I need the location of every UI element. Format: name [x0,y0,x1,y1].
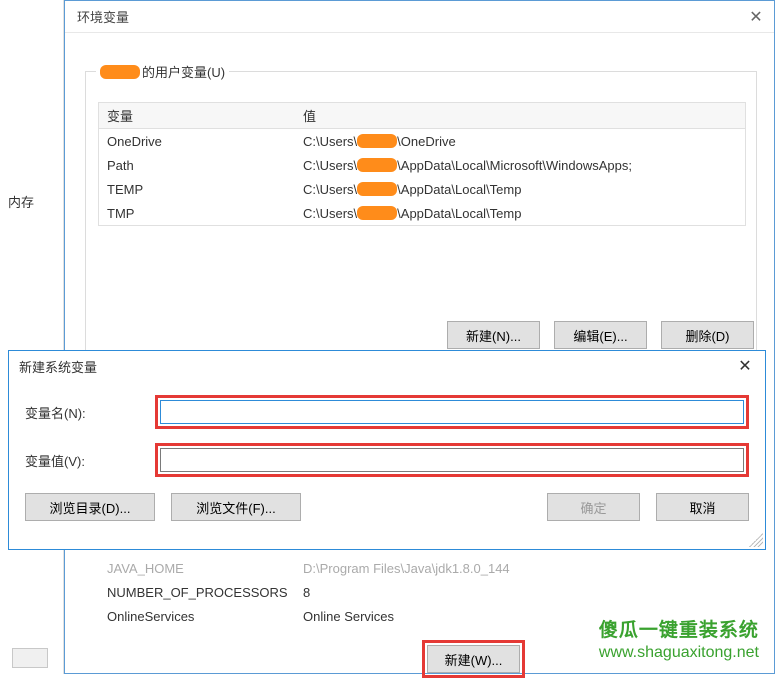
cell-var: OneDrive [99,134,299,149]
ok-button[interactable]: 确定 [547,493,640,521]
table-body: OneDrive C:\Users\\OneDrive Path C:\User… [99,129,745,225]
table-row[interactable]: TEMP C:\Users\\AppData\Local\Temp [99,177,745,201]
cell-var: OnlineServices [99,609,299,624]
resize-grip-icon[interactable] [749,533,763,547]
user-vars-buttons: 新建(N)... 编辑(E)... 删除(D) [447,321,754,349]
left-panel-fragment: 内存 [0,0,64,674]
user-vars-group: 的用户变量(U) 变量 值 OneDrive C:\Users\\OneDriv… [85,71,757,351]
watermark: 傻瓜一键重装系统 www.shaguaxitong.net [599,620,759,662]
sys-new-highlight: 新建(W)... [422,640,525,678]
cell-var: TEMP [99,182,299,197]
redacted-username [357,134,397,148]
cell-val: C:\Users\\AppData\Local\Temp [299,182,745,197]
watermark-url: www.shaguaxitong.net [599,643,759,662]
user-vars-group-label: 的用户变量(U) [96,62,229,81]
delete-button[interactable]: 删除(D) [661,321,754,349]
var-value-row: 变量值(V): [25,443,749,477]
dialog-title: 新建系统变量 [19,357,97,376]
close-icon[interactable]: ✕ [725,356,765,376]
table-row[interactable]: OneDrive C:\Users\\OneDrive [99,129,745,153]
var-value-input[interactable] [160,448,744,472]
col-header-variable[interactable]: 变量 [99,106,299,125]
var-name-input[interactable] [160,400,744,424]
user-vars-table[interactable]: 变量 值 OneDrive C:\Users\\OneDrive Path C:… [98,102,746,226]
cell-val: C:\Users\\AppData\Local\Temp [299,206,745,221]
redacted-username [357,158,397,172]
edit-button[interactable]: 编辑(E)... [554,321,647,349]
cell-val: C:\Users\\AppData\Local\Microsoft\Window… [299,158,745,173]
cell-var: TMP [99,206,299,221]
bottom-fragment [12,648,48,668]
redacted-username [357,206,397,220]
table-row[interactable]: JAVA_HOME D:\Program Files\Java\jdk1.8.0… [99,556,747,580]
redacted-username [100,65,140,79]
env-vars-window: 环境变量 ✕ 的用户变量(U) 变量 值 OneDrive C:\Users\\… [64,0,775,674]
col-header-value[interactable]: 值 [299,106,745,125]
system-vars-peek: JAVA_HOME D:\Program Files\Java\jdk1.8.0… [99,556,747,628]
close-icon[interactable]: ✕ [746,7,766,27]
watermark-title: 傻瓜一键重装系统 [599,620,759,643]
user-vars-group-suffix: 的用户变量(U) [142,62,225,81]
table-header: 变量 值 [99,103,745,129]
window-title: 环境变量 [73,7,129,26]
var-name-label: 变量名(N): [25,403,155,422]
cell-var: NUMBER_OF_PROCESSORS [99,585,299,600]
left-panel-label: 内存 [8,192,34,211]
browse-file-button[interactable]: 浏览文件(F)... [171,493,301,521]
cell-val: D:\Program Files\Java\jdk1.8.0_144 [299,561,747,576]
redacted-username [357,182,397,196]
browse-dir-button[interactable]: 浏览目录(D)... [25,493,155,521]
cell-var: Path [99,158,299,173]
cell-val: C:\Users\\OneDrive [299,134,745,149]
cell-val: 8 [299,585,747,600]
cancel-button[interactable]: 取消 [656,493,749,521]
cell-var: JAVA_HOME [99,561,299,576]
table-row[interactable]: TMP C:\Users\\AppData\Local\Temp [99,201,745,225]
sys-new-button[interactable]: 新建(W)... [427,645,520,673]
dialog-titlebar: 新建系统变量 ✕ [9,351,765,381]
table-row[interactable]: Path C:\Users\\AppData\Local\Microsoft\W… [99,153,745,177]
table-row[interactable]: NUMBER_OF_PROCESSORS 8 [99,580,747,604]
new-button[interactable]: 新建(N)... [447,321,540,349]
var-value-label: 变量值(V): [25,451,155,470]
dialog-buttons: 浏览目录(D)... 浏览文件(F)... 确定 取消 [25,493,749,521]
titlebar: 环境变量 ✕ [65,1,774,33]
var-name-row: 变量名(N): [25,395,749,429]
var-value-highlight [155,443,749,477]
new-sys-var-dialog: 新建系统变量 ✕ 变量名(N): 变量值(V): 浏览目录(D)... 浏览文件… [8,350,766,550]
var-name-highlight [155,395,749,429]
